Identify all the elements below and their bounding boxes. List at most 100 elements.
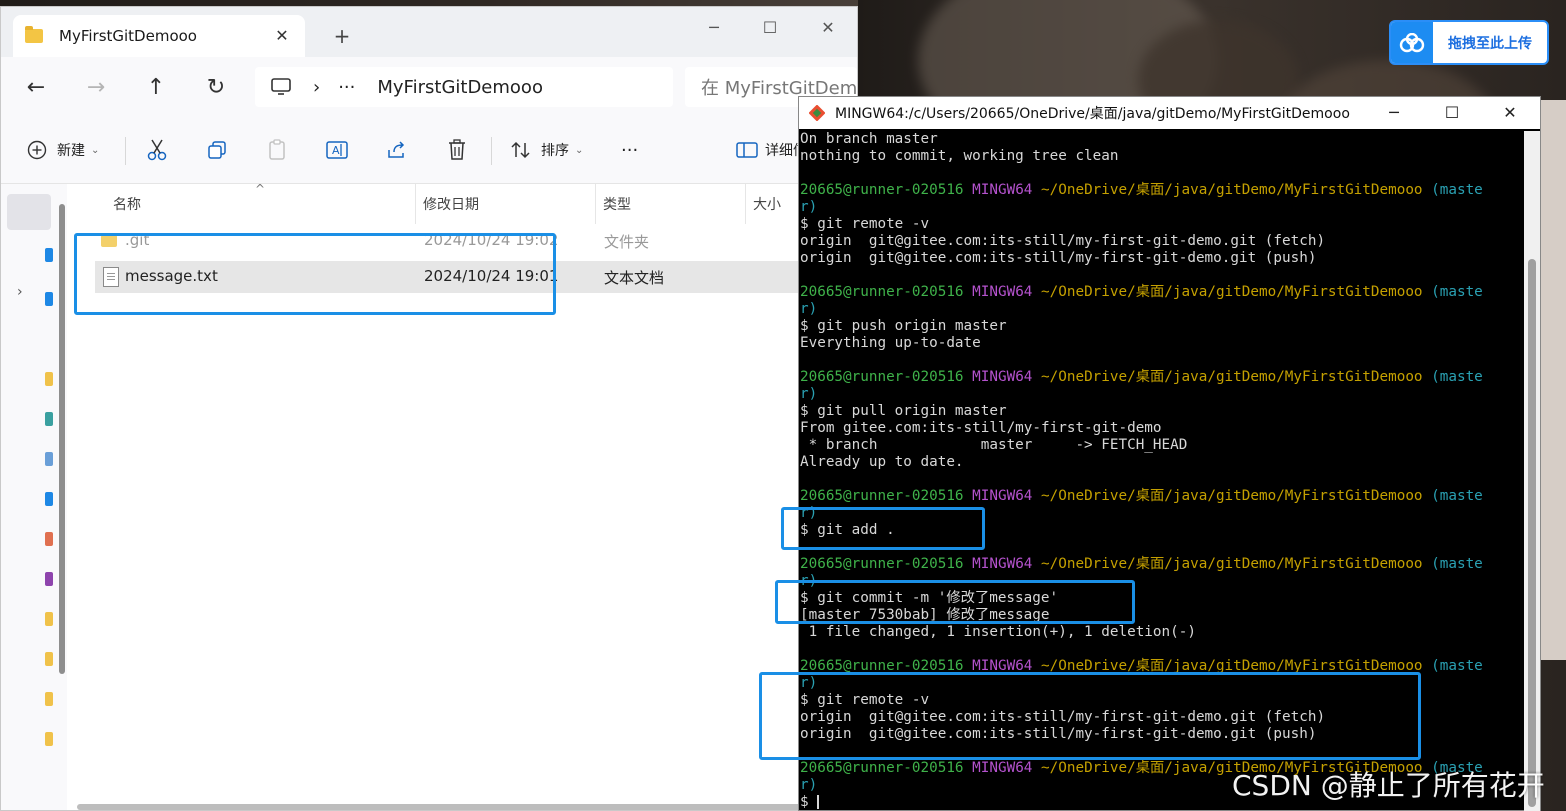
terminal-close-button[interactable]: ✕ (1481, 97, 1539, 129)
terminal-scroll-thumb[interactable] (1528, 259, 1536, 807)
nav-folder-icon[interactable] (45, 372, 53, 386)
terminal-prompt-wrap: r) (800, 199, 818, 215)
scissors-icon (145, 138, 169, 162)
nav-folder-icon[interactable] (45, 732, 53, 746)
more-options-button[interactable]: ··· (621, 133, 638, 167)
drag-upload-button[interactable]: 拖拽至此上传 (1389, 20, 1549, 65)
delete-button[interactable] (445, 133, 469, 167)
breadcrumb-more[interactable]: ··· (338, 77, 355, 98)
nav-item-icon[interactable] (45, 248, 53, 262)
cloud-upload-icon (1391, 22, 1433, 63)
terminal-maximize-button[interactable]: ☐ (1423, 97, 1481, 129)
terminal-line: origin git@gitee.com:its-still/my-first-… (800, 250, 1317, 266)
terminal-line: origin git@gitee.com:its-still/my-first-… (800, 233, 1326, 249)
navigation-pane: › (1, 184, 67, 810)
nav-item-icon[interactable] (45, 412, 53, 426)
terminal-prompt: 20665@runner-020516 MINGW64 ~/OneDrive/桌… (800, 369, 1483, 385)
terminal-line: $ git remote -v (800, 216, 930, 232)
terminal-prompt: 20665@runner-020516 MINGW64 ~/OneDrive/桌… (800, 556, 1483, 572)
explorer-tab[interactable]: MyFirstGitDemooo ✕ (13, 15, 305, 57)
column-header-type[interactable]: 类型 (603, 194, 631, 214)
column-header-size[interactable]: 大小 (753, 194, 781, 214)
tab-close-button[interactable]: ✕ (271, 25, 293, 47)
sort-label: 排序 (541, 143, 569, 159)
breadcrumb-current-folder[interactable]: MyFirstGitDemooo (377, 77, 543, 98)
minimize-button[interactable]: ─ (691, 13, 737, 43)
share-icon (385, 138, 409, 162)
tab-title: MyFirstGitDemooo (59, 27, 197, 45)
share-button[interactable] (385, 133, 409, 167)
copy-button[interactable] (205, 133, 229, 167)
terminal-prompt: 20665@runner-020516 MINGW64 ~/OneDrive/桌… (800, 182, 1483, 198)
nav-item-icon[interactable] (45, 492, 53, 506)
sort-chevron-up-icon: ^ (255, 182, 266, 196)
highlight-box-git-remote (759, 672, 1421, 760)
file-type: 文件夹 (604, 233, 650, 251)
terminal-minimize-button[interactable]: ─ (1365, 97, 1423, 129)
terminal-line: On branch master (800, 131, 938, 147)
chevron-down-icon: ⌄ (575, 144, 584, 156)
file-explorer-window: MyFirstGitDemooo ✕ + ─ ☐ ✕ ← → ↑ ↻ › ···… (0, 6, 858, 811)
nav-scrollbar[interactable] (59, 204, 65, 674)
terminal-prompt-wrap: r) (800, 386, 818, 402)
terminal-line: $ git pull origin master (800, 403, 1007, 419)
nav-item-icon[interactable] (45, 572, 53, 586)
clipboard-icon (265, 138, 289, 162)
column-header-row: 名称 ^ 修改日期 类型 大小 (77, 182, 857, 224)
chevron-right-icon[interactable]: › (17, 284, 23, 300)
details-pane-icon (735, 138, 759, 162)
rename-icon: A (325, 138, 349, 162)
terminal-line: $ git push origin master (800, 318, 1007, 334)
terminal-line: Everything up-to-date (800, 335, 981, 351)
git-logo-icon (806, 102, 829, 125)
terminal-scrollbar[interactable] (1524, 131, 1540, 811)
rename-button[interactable]: A (325, 133, 349, 167)
refresh-icon[interactable]: ↻ (201, 73, 231, 103)
highlight-box-git-add (781, 507, 985, 550)
cut-button[interactable] (145, 133, 169, 167)
horizontal-scrollbar[interactable] (77, 804, 857, 810)
terminal-line: * branch master -> FETCH_HEAD (800, 437, 1188, 453)
terminal-prompt-wrap: r) (800, 301, 818, 317)
nav-item-icon[interactable] (45, 532, 53, 546)
terminal-line: nothing to commit, working tree clean (800, 148, 1119, 164)
close-button[interactable]: ✕ (805, 13, 851, 43)
column-divider[interactable] (595, 184, 596, 224)
maximize-button[interactable]: ☐ (747, 13, 793, 43)
nav-folder-icon[interactable] (45, 692, 53, 706)
new-button[interactable]: 新建 ⌄ (25, 133, 99, 167)
terminal-line: 1 file changed, 1 insertion(+), 1 deleti… (800, 624, 1196, 640)
nav-folder-icon[interactable] (45, 612, 53, 626)
new-tab-button[interactable]: + (329, 23, 355, 49)
plus-circle-icon (25, 138, 49, 162)
address-bar[interactable]: › ··· MyFirstGitDemooo (255, 67, 673, 107)
new-label: 新建 (57, 143, 85, 159)
forward-arrow-icon[interactable]: → (81, 73, 111, 103)
command-toolbar: 新建 ⌄ A 排序 ⌄ ··· 详细信息 (1, 119, 857, 184)
terminal-title: MINGW64:/c/Users/20665/OneDrive/桌面/java/… (835, 106, 1350, 122)
paste-button[interactable] (265, 133, 289, 167)
column-header-modified[interactable]: 修改日期 (423, 194, 479, 214)
highlight-box-files (74, 233, 556, 315)
monitor-icon (271, 78, 291, 96)
up-arrow-icon[interactable]: ↑ (141, 73, 171, 103)
sort-button[interactable]: 排序 ⌄ (509, 133, 583, 167)
nav-folder-icon[interactable] (45, 652, 53, 666)
nav-selected-item[interactable] (7, 194, 51, 230)
nav-item-icon[interactable] (45, 292, 53, 306)
terminal-prompt: 20665@runner-020516 MINGW64 ~/OneDrive/桌… (800, 488, 1483, 504)
toolbar-divider (491, 137, 492, 165)
terminal-title-bar[interactable]: MINGW64:/c/Users/20665/OneDrive/桌面/java/… (799, 97, 1540, 129)
column-divider[interactable] (415, 184, 416, 224)
terminal-prompt: 20665@runner-020516 MINGW64 ~/OneDrive/桌… (800, 284, 1483, 300)
folder-icon (25, 26, 43, 43)
upload-label: 拖拽至此上传 (1448, 35, 1532, 52)
column-divider[interactable] (745, 184, 746, 224)
terminal-line: Already up to date. (800, 454, 964, 470)
svg-text:A: A (332, 144, 340, 157)
column-header-name[interactable]: 名称 (113, 194, 141, 214)
breadcrumb-chevron-icon[interactable]: › (313, 77, 320, 98)
back-arrow-icon[interactable]: ← (21, 73, 51, 103)
nav-item-icon[interactable] (45, 452, 53, 466)
address-bar-row: ← → ↑ ↻ › ··· MyFirstGitDemooo 在 MyFirst… (1, 57, 857, 119)
